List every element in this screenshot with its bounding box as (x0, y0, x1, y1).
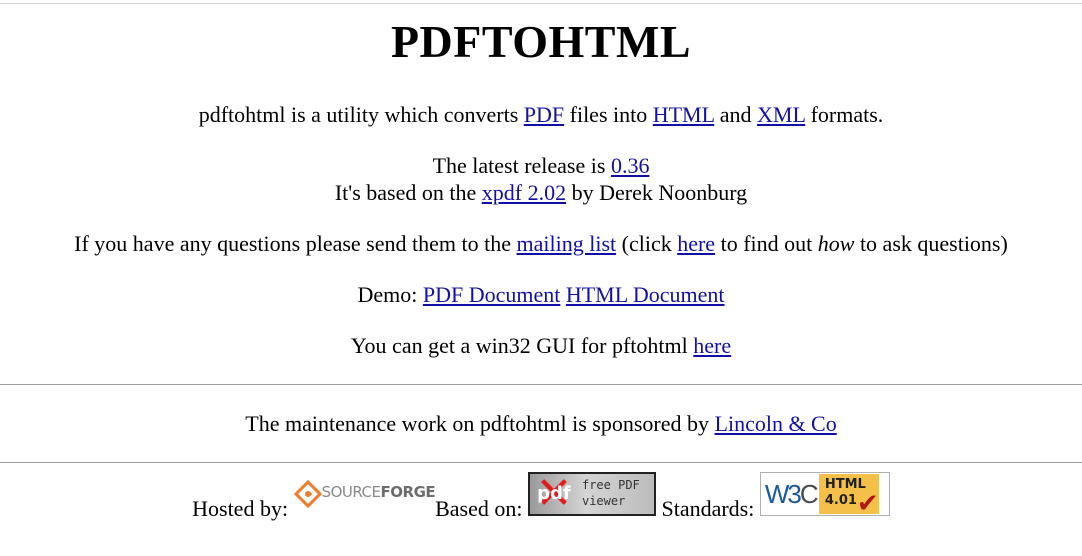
xpdf-link[interactable]: xpdf 2.02 (482, 180, 566, 205)
divider (0, 462, 1082, 463)
pdf-link[interactable]: PDF (524, 102, 564, 127)
based-on-label: Based on: (435, 496, 523, 521)
mailing-list-link[interactable]: mailing list (517, 231, 617, 256)
hosted-by-label: Hosted by: (192, 496, 289, 521)
divider (0, 384, 1082, 385)
release-line: The latest release is 0.36 (0, 153, 1082, 179)
demo-pdf-link[interactable]: PDF Document (423, 282, 561, 307)
sponsor-text: The maintenance work on pdftohtml is spo… (245, 411, 715, 436)
based-on-text: It's based on the (334, 180, 482, 205)
how-to-ask-link[interactable]: here (677, 231, 715, 256)
demo-paragraph: Demo: PDF Document HTML Document (0, 282, 1082, 308)
intro-text: files into (564, 102, 653, 127)
w3c-html401-badge-link[interactable]: W3C HTML 4.01 ✔ (759, 472, 890, 519)
sourceforge-wordmark: SOURCEFORGE (322, 483, 436, 501)
sponsor-link[interactable]: Lincoln & Co (715, 411, 837, 436)
standards-label: Standards: (661, 496, 755, 521)
w3c-logo-w3: W3 (764, 479, 802, 509)
w3c-logo: W3C (764, 479, 819, 509)
questions-paragraph: If you have any questions please send th… (0, 231, 1082, 257)
sponsor-paragraph: The maintenance work on pdftohtml is spo… (0, 411, 1082, 437)
intro-text: pdftohtml is a utility which converts (198, 102, 524, 127)
demo-label: Demo: (357, 282, 423, 307)
intro-text: and (714, 102, 758, 127)
sourceforge-icon (293, 479, 322, 509)
xpdf-badge-link[interactable]: ✕ pdf free PDF viewer (527, 472, 656, 516)
pdf-badge-label: free PDF viewer (582, 477, 654, 509)
sourceforge-wordmark-light: SOURCE (321, 483, 381, 501)
html-link[interactable]: HTML (653, 102, 715, 127)
xml-link[interactable]: XML (757, 102, 805, 127)
release-version-link[interactable]: 0.36 (611, 153, 650, 178)
questions-text: If you have any questions please send th… (74, 231, 517, 256)
how-emphasis: how (817, 231, 855, 256)
top-border (0, 3, 1082, 4)
questions-text: to ask questions) (854, 231, 1008, 256)
release-text: The latest release is (432, 153, 611, 178)
intro-paragraph: pdftohtml is a utility which converts PD… (0, 102, 1082, 128)
w3c-version-label: 4.01 (824, 493, 857, 508)
gui-here-link[interactable]: here (693, 333, 731, 358)
intro-text: formats. (805, 102, 884, 127)
sourceforge-logo-link[interactable]: SOURCEFORGE (293, 479, 436, 516)
questions-text: to find out (715, 231, 818, 256)
checkmark-icon: ✔ (856, 489, 879, 519)
pdf-badge-line2: viewer (581, 494, 626, 508)
page-title: PDFTOHTML (390, 16, 692, 67)
based-on-line: It's based on the xpdf 2.02 by Derek Noo… (0, 180, 1082, 206)
footer: Hosted by: SOURCEFORGE Based on: ✕ pdf f… (0, 472, 1082, 522)
gui-paragraph: You can get a win32 GUI for pftohtml her… (0, 333, 1082, 359)
pdf-badge-line1: free PDF (581, 478, 640, 492)
based-on-text: by Derek Noonburg (566, 180, 748, 205)
pdf-logo-text: pdf (537, 483, 571, 504)
questions-text: (click (616, 231, 678, 256)
gui-text: You can get a win32 GUI for pftohtml (350, 333, 694, 358)
sourceforge-wordmark-bold: FORGE (380, 483, 436, 501)
w3c-logo-c: C (799, 479, 819, 509)
demo-html-link[interactable]: HTML Document (566, 282, 725, 307)
